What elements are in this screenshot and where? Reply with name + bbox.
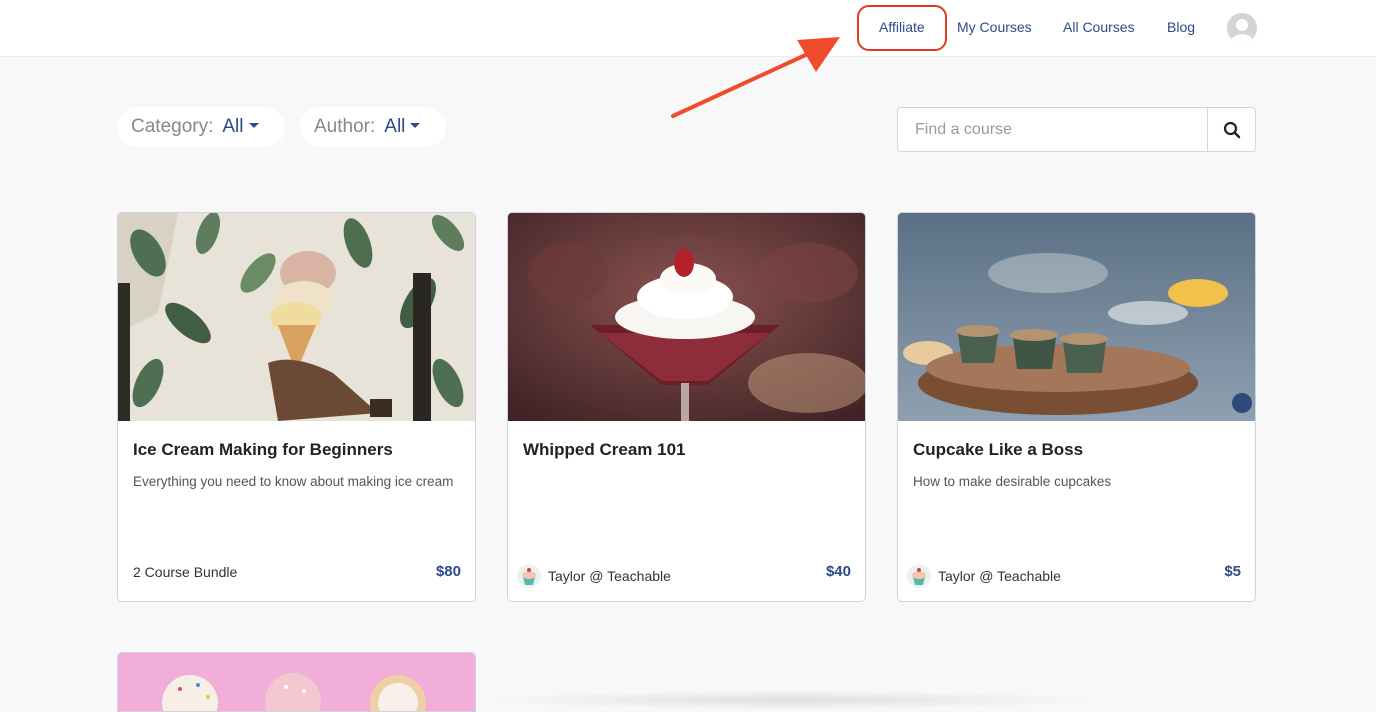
category-filter-label: Category: xyxy=(131,116,214,137)
caret-down-icon xyxy=(248,123,259,128)
top-navbar: Affiliate My Courses All Courses Blog xyxy=(0,0,1376,57)
author-filter[interactable]: Author: All xyxy=(300,107,446,147)
author-filter-value[interactable]: All xyxy=(384,116,405,138)
course-title[interactable]: Whipped Cream 101 xyxy=(523,440,686,460)
user-avatar-icon[interactable] xyxy=(1227,13,1257,43)
search-input[interactable] xyxy=(898,108,1206,151)
nav-link-all-courses[interactable]: All Courses xyxy=(1063,19,1135,35)
course-image-ice-cream xyxy=(118,213,475,421)
course-author: Taylor @ Teachable xyxy=(517,564,671,588)
course-image-donuts xyxy=(118,653,475,711)
search-icon xyxy=(1223,121,1241,138)
course-image-whipped-cream xyxy=(508,213,865,421)
course-author: Taylor @ Teachable xyxy=(907,564,1061,588)
course-title[interactable]: Cupcake Like a Boss xyxy=(913,440,1083,460)
course-image-cupcakes xyxy=(898,213,1255,421)
course-footer-label: 2 Course Bundle xyxy=(133,564,237,580)
course-author-name: Taylor @ Teachable xyxy=(548,568,671,584)
course-description: Everything you need to know about making… xyxy=(133,474,454,489)
cupcake-author-icon xyxy=(517,564,541,588)
nav-link-affiliate[interactable]: Affiliate xyxy=(879,19,925,35)
cupcake-author-icon xyxy=(907,564,931,588)
course-author-name: Taylor @ Teachable xyxy=(938,568,1061,584)
nav-link-my-courses[interactable]: My Courses xyxy=(957,19,1032,35)
caret-down-icon xyxy=(410,123,421,128)
course-card[interactable]: Cupcake Like a Boss How to make desirabl… xyxy=(897,212,1256,602)
course-title[interactable]: Ice Cream Making for Beginners xyxy=(133,440,393,460)
course-card[interactable]: Ice Cream Making for Beginners Everythin… xyxy=(117,212,476,602)
course-price: $5 xyxy=(1224,563,1241,580)
course-bundle-label: 2 Course Bundle xyxy=(133,564,238,580)
nav-link-blog[interactable]: Blog xyxy=(1167,19,1195,35)
course-price: $80 xyxy=(435,563,461,580)
course-price: $40 xyxy=(825,563,851,580)
course-card[interactable]: Whipped Cream 101 Taylor @ Teachable $40 xyxy=(507,212,866,602)
search-button[interactable] xyxy=(1207,108,1256,151)
author-filter-label: Author: xyxy=(314,116,376,137)
course-card[interactable] xyxy=(117,652,476,712)
bottom-shadow xyxy=(480,690,1100,710)
category-filter[interactable]: Category: All xyxy=(117,107,285,147)
course-description: How to make desirable cupcakes xyxy=(913,474,1112,489)
category-filter-value[interactable]: All xyxy=(222,116,243,138)
course-search xyxy=(897,107,1256,152)
